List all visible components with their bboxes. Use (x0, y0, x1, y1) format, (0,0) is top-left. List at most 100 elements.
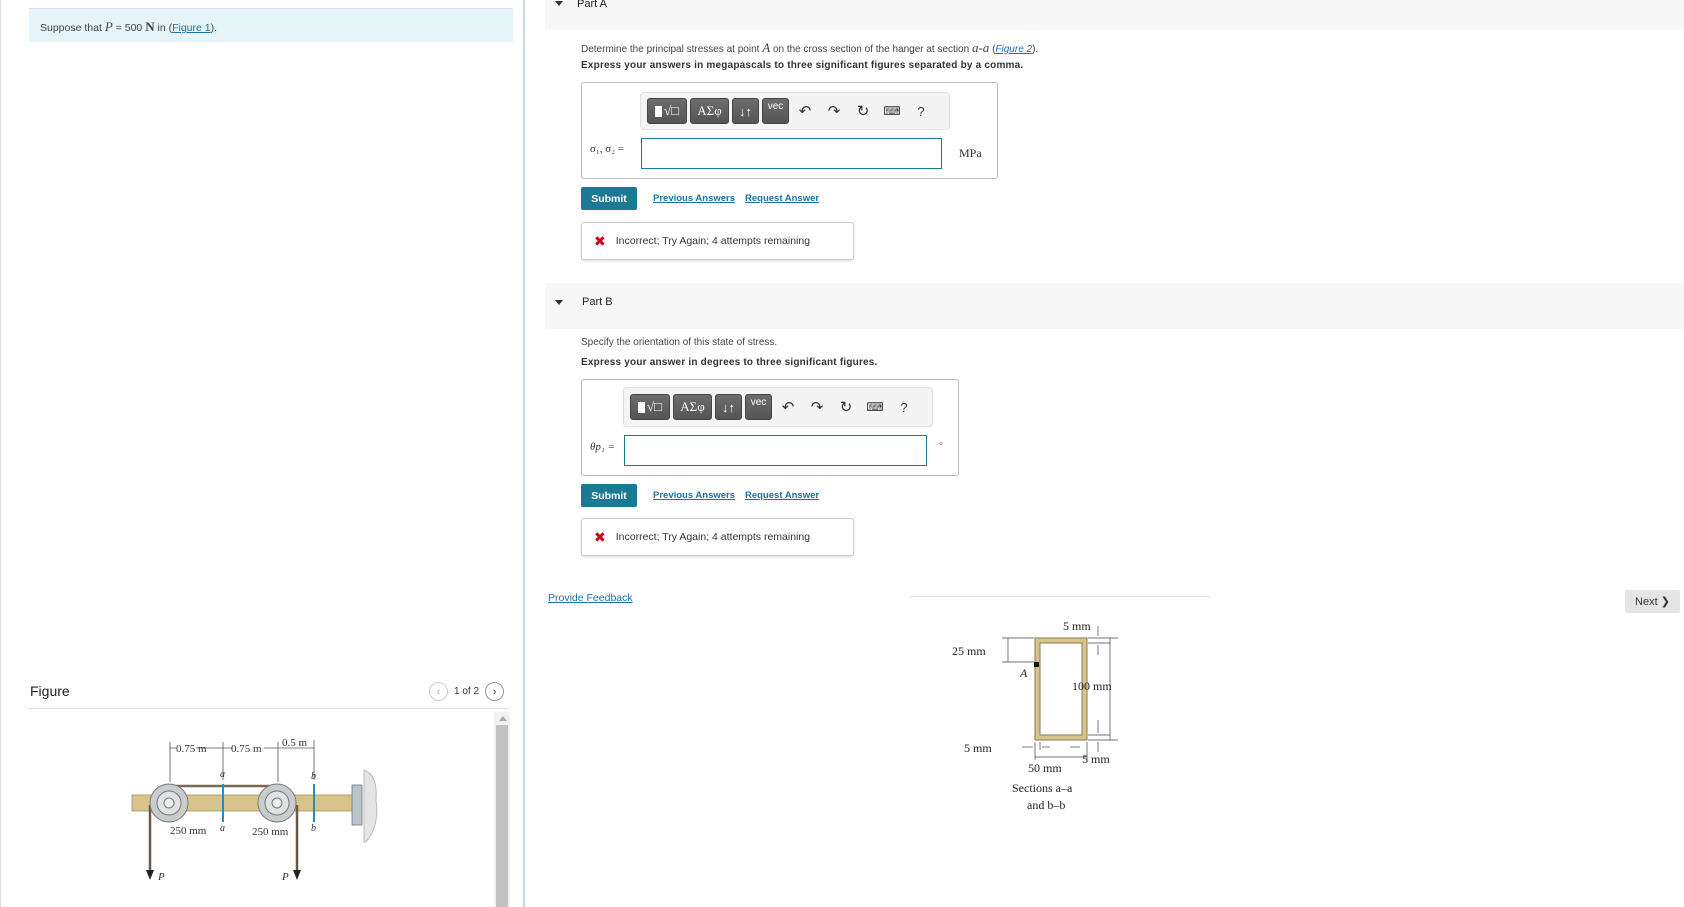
template-block-icon (655, 105, 662, 117)
template-block-icon (638, 401, 645, 413)
dim-label: 0.75 m (176, 743, 207, 755)
figure-pager: ‹ 1 of 2 › (429, 682, 505, 701)
scroll-up-arrow-icon[interactable] (499, 716, 507, 721)
vector-button[interactable]: vec (745, 394, 772, 420)
pulley-radius-label: 250 mm (252, 826, 289, 838)
question-text: Determine the principal stresses at poin… (581, 44, 760, 55)
point-a-marker (1034, 662, 1039, 667)
load-arrow-icon (293, 870, 301, 880)
templates-label: √□ (664, 103, 679, 118)
undo-icon[interactable]: ↶ (775, 394, 801, 420)
problem-intro: Suppose that P = 500 N in (Figure 1). (29, 8, 513, 42)
undo-icon[interactable]: ↶ (792, 98, 818, 124)
part-b-header[interactable]: Part B (545, 283, 1684, 329)
arrows-button[interactable]: ↓↑ (715, 394, 742, 420)
part-a-submit-button[interactable]: Submit (581, 187, 637, 210)
dim-width: 50 mm (1028, 761, 1062, 775)
redo-icon[interactable]: ↷ (821, 98, 847, 124)
wall (363, 769, 378, 843)
chevron-right-icon: › (492, 685, 497, 698)
dim-bottom-wall: 5 mm (1082, 752, 1110, 766)
figure-2-cross-section: 5 mm 25 mm A 100 mm 5 mm 5 mm 50 mm Sect… (952, 619, 1118, 812)
part-a-instruction: Express your answers in megapascals to t… (581, 60, 1024, 71)
next-button[interactable]: Next ❯ (1625, 590, 1680, 613)
load-label: P (157, 871, 165, 883)
figure-panel-title: Figure (30, 683, 70, 699)
incorrect-x-icon: ✖ (594, 232, 606, 249)
part-b-instruction: Express your answer in degrees to three … (581, 357, 878, 368)
vector-button[interactable]: vec (762, 98, 789, 124)
theta-variable-label: θp₁ = (590, 441, 615, 453)
figure-prev-button[interactable]: ‹ (429, 682, 448, 701)
reset-icon[interactable]: ↻ (833, 394, 859, 420)
help-button[interactable]: ? (908, 98, 934, 124)
section-label: a-a (971, 40, 990, 55)
orientation-input[interactable] (624, 435, 927, 466)
collapse-triangle-icon (555, 300, 563, 305)
intro-variable: P (104, 19, 113, 34)
part-a-feedback: ✖ Incorrect; Try Again; 4 attempts remai… (581, 222, 854, 260)
figure-2-caption: Sections a–a (1012, 781, 1073, 795)
math-toolbar: √□ ΑΣφ ↓↑ vec ↶ ↷ ↻ ⌨ ? (623, 387, 933, 427)
part-a-previous-answers-link[interactable]: Previous Answers (653, 193, 735, 204)
pulley-radius-label: 250 mm (170, 825, 207, 837)
point-label: A (762, 40, 771, 55)
figure-2-caption: and b–b (1027, 798, 1065, 812)
greek-symbols-button[interactable]: ΑΣφ (673, 394, 712, 420)
keyboard-icon[interactable]: ⌨ (879, 98, 905, 124)
dim-height: 100 mm (1072, 679, 1112, 693)
part-b-question: Specify the orientation of this state of… (581, 337, 778, 348)
section-b-label: b (311, 823, 316, 834)
pulley-right (257, 783, 297, 823)
pulley-left (149, 783, 189, 823)
point-a-label: A (1019, 666, 1028, 680)
figure-1-hanger-diagram: 0.75 m 0.75 m 0.5 m a a b b 250 mm 250 m… (131, 737, 378, 883)
chevron-left-icon: ‹ (436, 685, 441, 698)
math-toolbar: √□ ΑΣφ ↓↑ vec ↶ ↷ ↻ ⌨ ? (640, 92, 950, 130)
section-b-label: b (311, 771, 316, 782)
collapse-triangle-icon (555, 1, 563, 6)
part-a-request-answer-link[interactable]: Request Answer (745, 193, 819, 204)
figure-1-link[interactable]: Figure 1 (172, 22, 211, 34)
intro-value: = 500 (115, 22, 143, 34)
incorrect-x-icon: ✖ (594, 528, 606, 545)
figure-divider (29, 708, 508, 709)
help-button[interactable]: ? (891, 394, 917, 420)
templates-button[interactable]: √□ (630, 394, 670, 420)
dim-top-wall: 5 mm (1063, 619, 1091, 633)
part-b-title: Part B (582, 296, 613, 308)
dim-left-wall: 5 mm (964, 741, 992, 755)
greek-symbols-button[interactable]: ΑΣφ (690, 98, 729, 124)
feedback-text: Incorrect; Try Again; 4 attempts remaini… (615, 235, 811, 247)
intro-unit: N (145, 19, 155, 34)
keyboard-icon[interactable]: ⌨ (862, 394, 888, 420)
load-arrow-icon (146, 870, 154, 880)
feedback-text: Incorrect; Try Again; 4 attempts remaini… (615, 531, 811, 543)
arrows-button[interactable]: ↓↑ (732, 98, 759, 124)
part-a-header[interactable]: Part A (545, 0, 1684, 30)
dim-label: 0.75 m (231, 743, 262, 755)
figure-2-link[interactable]: Figure 2 (995, 44, 1032, 55)
templates-button[interactable]: √□ (647, 98, 687, 124)
figure-next-button[interactable]: › (485, 682, 505, 701)
part-b-previous-answers-link[interactable]: Previous Answers (653, 490, 735, 501)
intro-text-mid: in ( (157, 22, 173, 34)
redo-icon[interactable]: ↷ (804, 394, 830, 420)
part-a-answer-box: √□ ΑΣφ ↓↑ vec ↶ ↷ ↻ ⌨ ? σ₁, σ₂ = MPa (581, 82, 998, 179)
part-b-submit-button[interactable]: Submit (581, 484, 637, 507)
part-a-title: Part A (577, 0, 607, 10)
unit-mpa: MPa (959, 146, 982, 160)
panel-divider (523, 0, 525, 907)
reset-icon[interactable]: ↻ (850, 98, 876, 124)
part-b-feedback: ✖ Incorrect; Try Again; 4 attempts remai… (581, 518, 854, 556)
principal-stresses-input[interactable] (641, 138, 942, 169)
templates-label: √□ (647, 399, 662, 414)
figure-2-divider (910, 596, 1210, 597)
section-a-label: a (220, 823, 225, 834)
intro-text: Suppose that (40, 22, 102, 34)
part-b-request-answer-link[interactable]: Request Answer (745, 490, 819, 501)
unit-degrees: ° (939, 441, 943, 452)
figure-scrollbar-thumb[interactable] (496, 725, 508, 907)
figure-page-indicator: 1 of 2 (454, 686, 480, 697)
provide-feedback-link[interactable]: Provide Feedback (548, 592, 633, 604)
